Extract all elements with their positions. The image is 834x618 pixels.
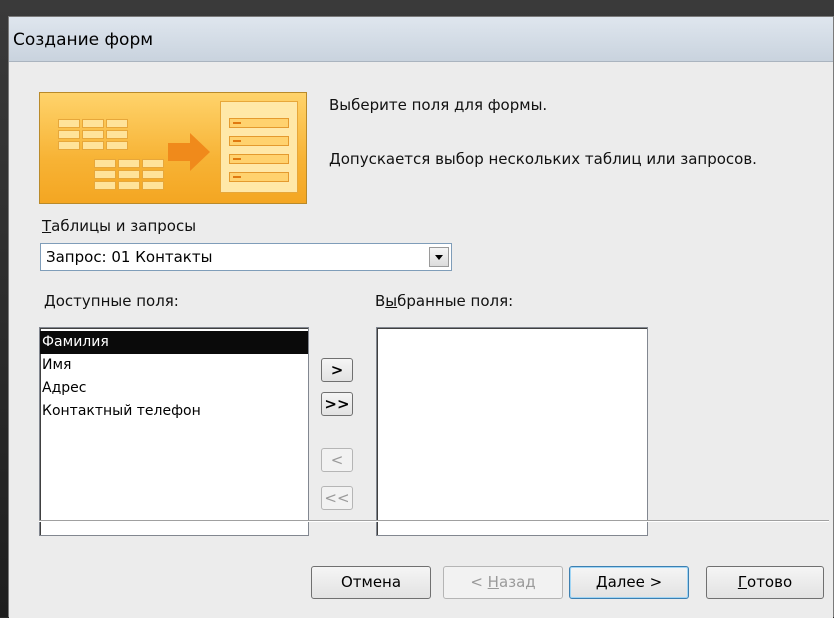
tables-queries-combobox[interactable]: Запрос: 01 Контакты <box>40 243 452 271</box>
form-wizard-dialog: Создание форм Выберите поля для формы. Д… <box>8 16 834 618</box>
dropdown-button[interactable] <box>429 247 449 267</box>
add-all-fields-button[interactable]: >> <box>321 392 353 416</box>
next-button[interactable]: Далее > <box>569 566 689 599</box>
wizard-illustration <box>39 92 307 204</box>
tables-queries-label: Таблицы и запросы <box>42 217 197 235</box>
combobox-value: Запрос: 01 Контакты <box>46 248 213 266</box>
add-field-button[interactable]: > <box>321 358 353 382</box>
available-fields-list[interactable]: Фамилия Имя Адрес Контактный телефон <box>39 327 309 536</box>
title-bar[interactable]: Создание форм <box>9 17 833 62</box>
remove-field-button[interactable]: < <box>321 448 353 472</box>
instruction-line-2: Допускается выбор нескольких таблиц или … <box>329 150 757 168</box>
dialog-body: Выберите поля для формы. Допускается выб… <box>9 62 833 618</box>
form-graphic <box>220 101 298 193</box>
finish-button[interactable]: Готово <box>706 566 824 599</box>
available-fields-label: Доступные поля: <box>44 292 179 310</box>
list-item-imya[interactable]: Имя <box>40 354 308 377</box>
list-item-adres[interactable]: Адрес <box>40 377 308 400</box>
arrow-icon <box>168 143 190 161</box>
remove-all-fields-button[interactable]: << <box>321 486 353 510</box>
window-title: Создание форм <box>13 30 154 50</box>
back-button[interactable]: < Назад <box>443 566 563 599</box>
list-item-kontaktnyy-telefon[interactable]: Контактный телефон <box>40 400 308 423</box>
selected-fields-label: Выбранные поля: <box>375 292 514 310</box>
list-item-familiya[interactable]: Фамилия <box>40 331 308 354</box>
chevron-down-icon <box>435 255 443 260</box>
footer-divider <box>39 520 829 522</box>
cancel-button[interactable]: Отмена <box>311 566 431 599</box>
instruction-line-1: Выберите поля для формы. <box>329 96 548 114</box>
selected-fields-list[interactable] <box>376 327 648 536</box>
